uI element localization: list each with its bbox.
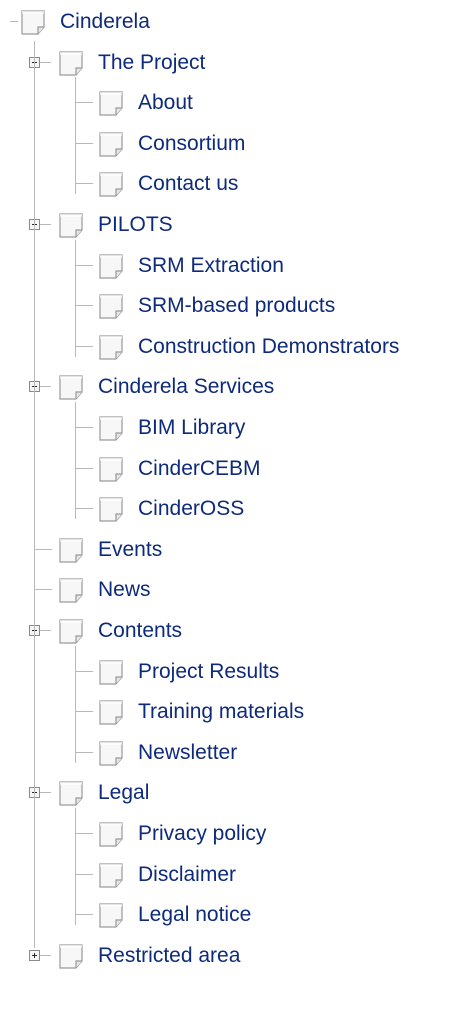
tree-connector <box>75 751 93 753</box>
tree-connector <box>34 589 52 591</box>
tree-subitem-label[interactable]: Consortium <box>138 132 245 156</box>
tree-subitem-label[interactable]: Project Results <box>138 660 279 684</box>
document-icon <box>57 536 87 566</box>
tree-connector <box>75 264 93 266</box>
tree-item-label[interactable]: Legal <box>98 781 149 805</box>
tree-connector <box>75 142 93 144</box>
tree-connector <box>40 954 51 956</box>
tree-subitem-label[interactable]: Newsletter <box>138 741 237 765</box>
tree-connector <box>75 402 76 520</box>
document-icon <box>97 455 127 485</box>
tree-subitem-label[interactable]: Privacy policy <box>138 822 266 846</box>
document-icon <box>97 658 127 688</box>
tree-item-label[interactable]: PILOTS <box>98 213 173 237</box>
document-icon <box>57 942 87 972</box>
tree-connector <box>40 792 51 794</box>
document-icon <box>57 373 87 403</box>
document-icon <box>97 901 127 931</box>
tree-connector <box>75 239 76 357</box>
tree-subitem-label[interactable]: Legal notice <box>138 903 251 927</box>
tree-connector <box>75 305 93 307</box>
tree-subitem-label[interactable]: CinderCEBM <box>138 457 261 481</box>
tree-connector <box>75 914 93 916</box>
document-icon <box>97 739 127 769</box>
document-icon <box>97 414 127 444</box>
tree-item-label[interactable]: News <box>98 578 151 602</box>
document-icon <box>57 779 87 809</box>
tree-connector <box>40 386 51 388</box>
document-icon <box>57 49 87 79</box>
tree-connector <box>75 808 76 926</box>
tree-connector <box>75 645 76 763</box>
tree-subitem-label[interactable]: Construction Demonstrators <box>138 335 399 359</box>
document-icon <box>97 861 127 891</box>
document-icon <box>97 292 127 322</box>
tree-subitem-label[interactable]: SRM-based products <box>138 294 335 318</box>
tree-subitem-label[interactable]: SRM Extraction <box>138 254 284 278</box>
document-icon <box>97 698 127 728</box>
tree-connector <box>75 711 93 713</box>
tree-connector <box>75 670 93 672</box>
tree-connector <box>40 630 51 631</box>
site-tree: Cinderela The Project About Consortium Conta… <box>0 0 476 1028</box>
tree-connector <box>75 508 93 510</box>
tree-subitem-label[interactable]: CinderOSS <box>138 497 244 521</box>
document-icon <box>57 576 87 606</box>
document-icon <box>97 333 127 363</box>
tree-item-label[interactable]: Cinderela Services <box>98 375 274 399</box>
tree-item-label[interactable]: The Project <box>98 51 205 75</box>
tree-connector <box>75 427 93 428</box>
document-icon <box>97 495 127 525</box>
tree-connector <box>75 183 93 185</box>
tree-subitem-label[interactable]: Disclaimer <box>138 863 236 887</box>
tree-connector <box>40 61 51 63</box>
document-icon <box>97 89 127 119</box>
tree-connector <box>75 77 76 195</box>
document-icon <box>57 617 87 647</box>
document-icon <box>97 170 127 200</box>
tree-connector <box>75 833 93 834</box>
tree-subitem-label[interactable]: About <box>138 91 193 115</box>
document-icon <box>97 130 127 160</box>
tree-subitem-label[interactable]: BIM Library <box>138 416 245 440</box>
tree-connector <box>75 467 93 469</box>
tree-connector <box>40 224 51 225</box>
tree-item-label[interactable]: Events <box>98 538 162 562</box>
document-icon <box>97 252 127 282</box>
tree-subitem-label[interactable]: Contact us <box>138 172 238 196</box>
tree-connector <box>34 548 52 550</box>
document-icon <box>19 8 49 38</box>
tree-subitem-label[interactable]: Training materials <box>138 700 304 724</box>
tree-connector <box>75 345 93 347</box>
tree-connector <box>34 40 35 948</box>
tree-item-label[interactable]: Restricted area <box>98 944 240 968</box>
document-icon <box>97 820 127 850</box>
tree-item-label[interactable]: Contents <box>98 619 182 643</box>
tree-root-label[interactable]: Cinderela <box>60 10 150 34</box>
tree-connector <box>10 21 18 22</box>
tree-connector <box>75 102 93 104</box>
tree-connector <box>75 873 93 875</box>
expand-toggle-icon[interactable] <box>29 949 40 961</box>
document-icon <box>57 211 87 241</box>
